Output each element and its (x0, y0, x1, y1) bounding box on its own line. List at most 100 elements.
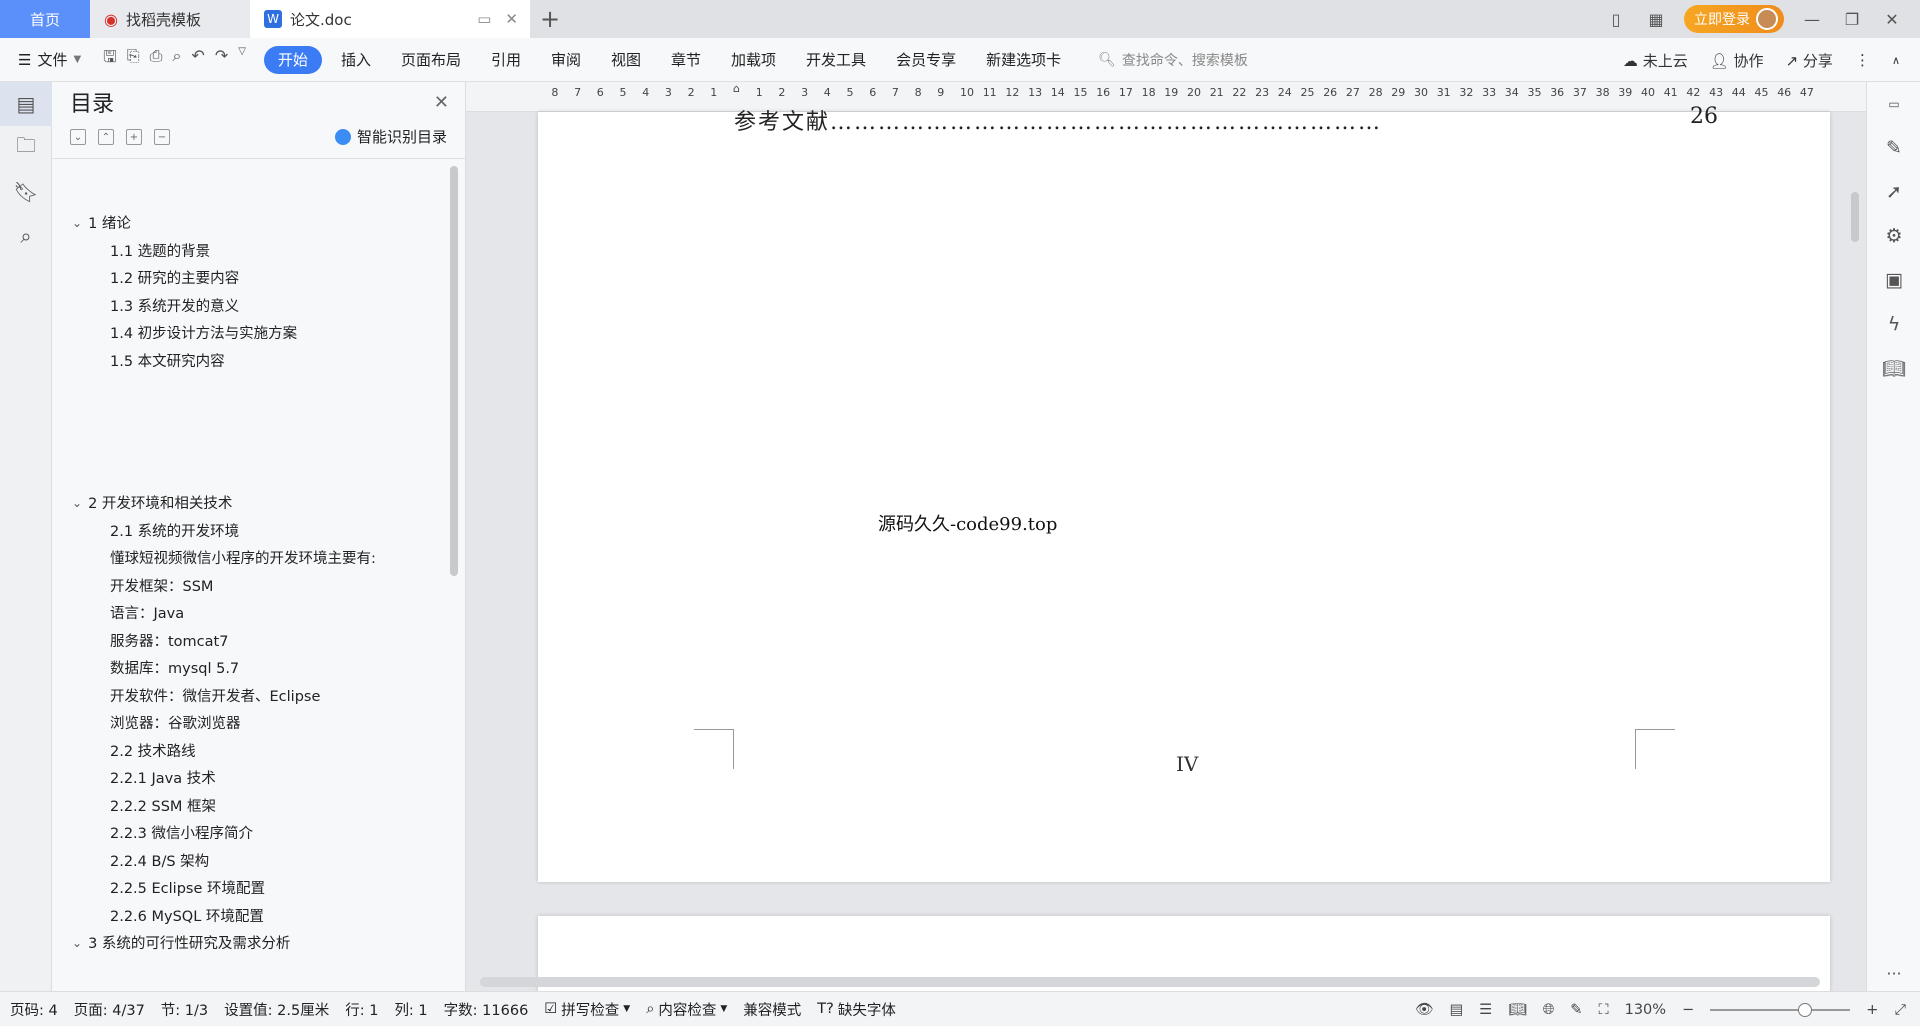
cloud-status[interactable]: ☁ 未上云 (1623, 50, 1688, 71)
toc-heading[interactable]: ⌄ 2 开发环境和相关技术 (72, 492, 232, 513)
more-options-icon[interactable]: ⋮ (1855, 51, 1870, 69)
page-view-icon[interactable]: ▤ (1450, 1002, 1464, 1018)
toc-subheading[interactable]: 1.1 选题的背景 (110, 240, 210, 261)
menu-item-new-tab[interactable]: 新建选项卡 (971, 49, 1076, 70)
share-button[interactable]: ↗ 分享 (1786, 50, 1833, 71)
fit-page-icon[interactable]: ⛶ (1598, 1002, 1608, 1018)
minimize-icon[interactable]: — (1800, 10, 1824, 29)
chevron-down-icon[interactable]: ⌄ (72, 496, 82, 510)
toc-subheading[interactable]: 数据库：mysql 5.7 (110, 657, 239, 678)
toc-subheading[interactable]: 1.4 初步设计方法与实施方案 (110, 322, 297, 343)
login-button[interactable]: 立即登录 (1684, 5, 1784, 33)
command-search[interactable]: 🔍︎ 查找命令、搜索模板 (1098, 50, 1248, 70)
vertical-scrollbar[interactable] (1848, 112, 1862, 982)
outline-view-icon[interactable]: ☰ (1479, 1002, 1492, 1018)
toc-subheading[interactable]: 2.2.5 Eclipse 环境配置 (110, 877, 265, 898)
print-preview-icon[interactable]: ⌕ (172, 46, 181, 73)
tab-home[interactable]: 首页 (0, 0, 90, 38)
zoom-slider-knob[interactable] (1798, 1002, 1813, 1017)
menu-item-addins[interactable]: 加载项 (716, 49, 791, 70)
close-icon[interactable]: ✕ (434, 92, 449, 113)
toc-heading[interactable]: ⌄ 3 系统的可行性研究及需求分析 (72, 932, 290, 953)
status-section[interactable]: 节: 1/3 (161, 999, 208, 1020)
toc-subheading[interactable]: 1.5 本文研究内容 (110, 350, 225, 371)
lightning-icon[interactable]: ϟ (1867, 302, 1920, 346)
ruler-toggle-icon[interactable]: ▭ (1867, 82, 1920, 126)
collapse-ribbon-icon[interactable]: ∧ (1892, 54, 1900, 67)
collab-button[interactable]: 👤︎ 协作 (1710, 50, 1764, 71)
float-window-icon[interactable]: ▭ (477, 10, 491, 28)
toc-subheading[interactable]: 2.2 技术路线 (110, 740, 196, 761)
file-menu[interactable]: ☰ 文件 ▼ (0, 49, 93, 70)
toc-subheading[interactable]: 2.2.3 微信小程序简介 (110, 822, 253, 843)
status-setting[interactable]: 设置值: 2.5厘米 (224, 999, 329, 1020)
menu-item-review[interactable]: 审阅 (536, 49, 596, 70)
menu-item-member[interactable]: 会员专享 (881, 49, 971, 70)
menu-item-insert[interactable]: 插入 (326, 49, 386, 70)
customize-icon[interactable]: ▽ (238, 46, 246, 73)
close-window-icon[interactable]: ✕ (1880, 10, 1904, 29)
layout-icon[interactable]: ▯ (1604, 10, 1628, 29)
tab-template[interactable]: ◉ 找稻壳模板 (90, 0, 250, 38)
tab-document[interactable]: W 论文.doc ▭ ✕ (250, 0, 530, 38)
zoom-slider[interactable] (1710, 1002, 1851, 1017)
toc-subheading[interactable]: 语言：Java (110, 602, 184, 623)
add-heading-icon[interactable]: + (126, 129, 142, 145)
missing-font-button[interactable]: T? 缺失字体 (817, 999, 896, 1020)
toc-subheading[interactable]: 1.2 研究的主要内容 (110, 267, 239, 288)
close-tab-icon[interactable]: ✕ (505, 10, 518, 28)
redo-icon[interactable]: ↷ (215, 46, 228, 73)
undo-icon[interactable]: ↶ (191, 46, 204, 73)
print-icon[interactable]: ⎙ (150, 46, 163, 73)
chevron-down-icon[interactable]: ⌄ (72, 936, 82, 950)
new-tab-button[interactable]: + (530, 0, 570, 38)
toc-subheading[interactable]: 1.3 系统开发的意义 (110, 295, 239, 316)
toc-heading[interactable]: ⌄ 1 绪论 (72, 212, 131, 233)
reading-view-icon[interactable]: 📖︎ (1508, 1001, 1526, 1018)
menu-item-developer[interactable]: 开发工具 (791, 49, 881, 70)
restore-icon[interactable]: ❐ (1840, 10, 1864, 29)
collapse-all-icon[interactable]: ⌃ (98, 129, 114, 145)
toc-scrollbar[interactable] (450, 166, 458, 576)
pen-icon[interactable]: ✎ (1867, 126, 1920, 170)
toc-subheading[interactable]: 2.2.6 MySQL 环境配置 (110, 905, 264, 926)
toc-subheading[interactable]: 开发框架：SSM (110, 575, 213, 596)
find-icon[interactable]: ⌕ (0, 214, 52, 258)
menu-item-view[interactable]: 视图 (596, 49, 656, 70)
web-view-icon[interactable]: 🌐︎ (1543, 1002, 1555, 1018)
smart-toc-button[interactable]: 智能识别目录 (334, 126, 447, 147)
more-tools-icon[interactable]: ··· (1867, 964, 1920, 983)
spell-check-button[interactable]: ☑ 拼写检查 ▼ (544, 999, 630, 1020)
eye-protection-icon[interactable]: 👁︎ (1415, 1001, 1433, 1018)
document-page[interactable]: 参考文献…………………………………………………………… 26 源码久久-code… (538, 104, 1830, 882)
menu-item-start[interactable]: 开始 (263, 45, 322, 74)
fullscreen-icon[interactable]: ⤢ (1894, 1002, 1906, 1018)
menu-item-layout[interactable]: 页面布局 (386, 49, 476, 70)
horizontal-scrollbar[interactable] (480, 977, 1820, 987)
toc-subheading[interactable]: 2.1 系统的开发环境 (110, 520, 239, 541)
grid-apps-icon[interactable]: ▦ (1644, 10, 1668, 29)
indent-marker-icon[interactable]: ⌂ (733, 82, 740, 95)
toc-subheading[interactable]: 服务器：tomcat7 (110, 630, 228, 651)
folder-icon[interactable]: 🗀 (0, 126, 52, 170)
zoom-level[interactable]: 130% (1625, 1002, 1666, 1018)
toc-subheading[interactable]: 懂球短视频微信小程序的开发环境主要有: (110, 547, 376, 568)
select-cursor-icon[interactable]: ➚ (1867, 170, 1920, 214)
save-icon[interactable]: 🖫 (103, 46, 117, 73)
image-tool-icon[interactable]: ▣ (1867, 258, 1920, 302)
vertical-scroll-thumb[interactable] (1851, 192, 1859, 242)
zoom-in-icon[interactable]: + (1866, 1002, 1878, 1018)
expand-all-icon[interactable]: ⌄ (70, 129, 86, 145)
bookmark-icon[interactable]: 🔖︎ (0, 170, 52, 214)
toc-subheading[interactable]: 2.2.2 SSM 框架 (110, 795, 216, 816)
toc-panel-icon[interactable]: ▤ (0, 82, 52, 126)
toc-subheading[interactable]: 浏览器：谷歌浏览器 (110, 712, 241, 733)
book-icon[interactable]: 📖︎ (1867, 346, 1920, 390)
menu-item-reference[interactable]: 引用 (476, 49, 536, 70)
export-pdf-icon[interactable]: ⎘ (127, 46, 140, 73)
toc-subheading[interactable]: 开发软件：微信开发者、Eclipse (110, 685, 320, 706)
remove-heading-icon[interactable]: − (154, 129, 170, 145)
toc-subheading[interactable]: 2.2.1 Java 技术 (110, 767, 216, 788)
content-check-button[interactable]: ⌕ 内容检查 ▼ (646, 999, 727, 1020)
zoom-out-icon[interactable]: − (1682, 1002, 1694, 1018)
